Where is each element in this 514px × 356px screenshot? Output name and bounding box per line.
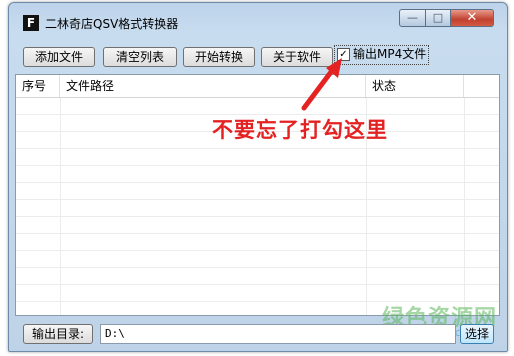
column-divider [60,98,61,315]
app-icon: F [23,15,39,31]
column-header-status[interactable]: 状态 [366,75,464,97]
maximize-button[interactable]: □ [425,9,451,27]
column-divider [464,98,465,315]
minimize-button[interactable]: — [399,9,426,27]
watermark-url: www.downcc.com [380,326,479,339]
output-mp4-label: 输出MP4文件 [353,47,427,61]
file-list-header: 序号 文件路径 状态 [16,75,499,98]
column-header-index[interactable]: 序号 [16,75,60,97]
annotation-arrow-icon [301,58,342,111]
close-button[interactable]: ✕ [450,9,494,27]
clear-list-button[interactable]: 清空列表 [103,47,177,67]
toolbar: 添加文件 清空列表 开始转换 关于软件 [9,41,507,69]
start-convert-button[interactable]: 开始转换 [183,47,255,67]
annotation-text: 不要忘了打勾这里 [212,118,388,142]
add-file-button[interactable]: 添加文件 [23,47,95,67]
title-bar[interactable]: F 二林奇店QSV格式转换器 — □ ✕ [9,3,507,35]
file-list[interactable]: 序号 文件路径 状态 [15,74,500,316]
window-title: 二林奇店QSV格式转换器 [45,17,179,31]
